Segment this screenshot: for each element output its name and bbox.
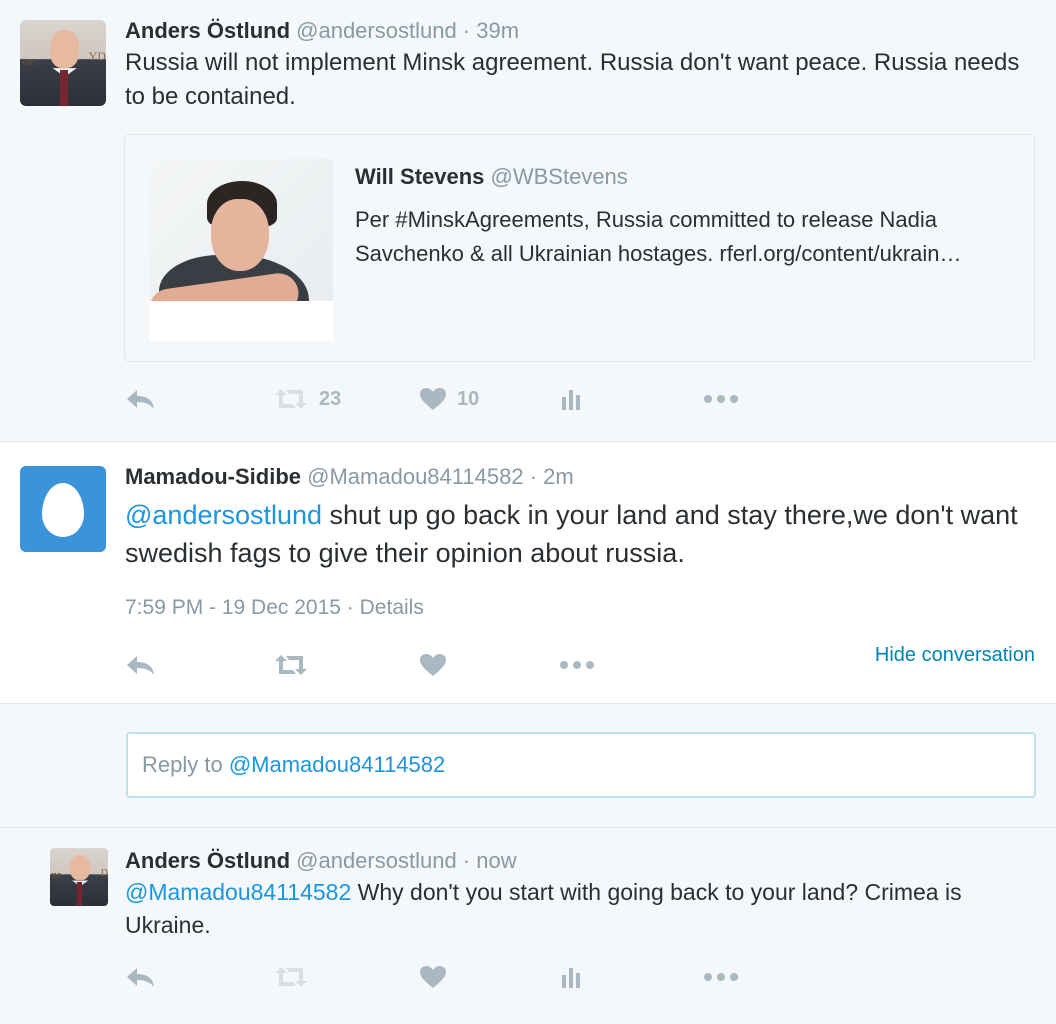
- separator-dot: ·: [523, 464, 544, 489]
- quoted-author-name: Will Stevens: [355, 164, 485, 189]
- more-button[interactable]: [703, 962, 739, 992]
- like-button[interactable]: [419, 962, 447, 992]
- reply-prefix: Reply to: [142, 752, 229, 777]
- tweet-time[interactable]: now: [476, 848, 516, 873]
- tweet-header: Anders Östlund @andersostlund · 39m: [125, 17, 519, 45]
- tweet-time[interactable]: 39m: [476, 18, 519, 43]
- avatar-logo-text: ue: [51, 870, 62, 882]
- analytics-icon: [562, 968, 580, 988]
- heart-icon: [420, 388, 446, 410]
- reply-mention: @Mamadou84114582: [228, 752, 446, 777]
- tweet-header: Mamadou-Sidibe @Mamadou84114582 · 2m: [125, 463, 574, 491]
- like-button[interactable]: [419, 650, 447, 680]
- author-handle[interactable]: @andersostlund: [296, 18, 457, 43]
- reply-button[interactable]: [125, 384, 157, 414]
- avatar-logo-text: ue: [21, 52, 35, 68]
- reply-input[interactable]: Reply to @Mamadou84114582: [126, 732, 1036, 798]
- avatar-egg[interactable]: [20, 466, 106, 552]
- reply-icon: [127, 968, 154, 987]
- tweet-actions: [125, 962, 1035, 992]
- reply-button[interactable]: [125, 962, 157, 992]
- quoted-tweet-text: Per #MinskAgreements, Russia committed t…: [355, 207, 962, 266]
- more-icon: [704, 973, 738, 981]
- retweet-icon: [275, 967, 307, 987]
- retweet-button[interactable]: [273, 962, 309, 992]
- mention-link[interactable]: @andersostlund: [125, 500, 322, 530]
- tweet-text: @andersostlund shut up go back in your l…: [125, 496, 1035, 572]
- separator-dot: ·: [340, 596, 360, 619]
- retweet-count: 23: [319, 387, 342, 410]
- tweet-header: Anders Östlund @andersostlund · now: [125, 847, 517, 875]
- analytics-icon: [562, 390, 580, 410]
- author-handle[interactable]: @andersostlund: [296, 848, 457, 873]
- avatar[interactable]: ue D: [50, 848, 108, 906]
- more-icon: [560, 661, 594, 669]
- tweet-text: Russia will not implement Minsk agreemen…: [125, 49, 1020, 110]
- more-button[interactable]: [559, 650, 595, 680]
- tweet-anders-1[interactable]: ue YD Anders Östlund @andersostlund · 39…: [0, 0, 1056, 442]
- tweet-anders-reply[interactable]: ue D Anders Östlund @andersostlund · now…: [0, 828, 1056, 1024]
- more-icon: [704, 395, 738, 403]
- separator-dot: ·: [456, 848, 477, 873]
- details-link[interactable]: Details: [360, 596, 424, 619]
- hide-conversation-link[interactable]: Hide conversation: [875, 644, 1035, 667]
- quoted-tweet[interactable]: Will Stevens @WBStevens Per #MinskAgreem…: [124, 134, 1035, 362]
- tweet-timestamp: 7:59 PM - 19 Dec 2015: [125, 596, 341, 619]
- egg-icon: [42, 483, 84, 537]
- author-name[interactable]: Anders Östlund: [125, 848, 290, 873]
- quoted-tweet-header: Will Stevens @WBStevens: [355, 163, 628, 191]
- tweet-actions: Hide conversation: [125, 644, 1035, 680]
- retweet-button[interactable]: 23: [273, 384, 341, 414]
- reply-icon: [127, 390, 154, 409]
- reply-composer-area: Reply to @Mamadou84114582: [0, 704, 1056, 828]
- tweet-timestamp-row: 7:59 PM - 19 Dec 2015 · Details: [125, 596, 424, 620]
- tweet-text: @Mamadou84114582 Why don't you start wit…: [125, 876, 1035, 942]
- avatar-logo-text-2: YD: [88, 49, 106, 64]
- avatar[interactable]: ue YD: [20, 20, 106, 106]
- analytics-button[interactable]: [559, 962, 583, 992]
- reply-icon: [127, 656, 154, 675]
- retweet-button[interactable]: [273, 650, 309, 680]
- heart-icon: [420, 654, 446, 676]
- retweet-icon: [275, 389, 307, 409]
- tweet-actions: 23 10: [125, 384, 1035, 414]
- author-handle[interactable]: @Mamadou84114582: [307, 464, 523, 489]
- like-button[interactable]: 10: [419, 384, 479, 414]
- heart-icon: [420, 966, 446, 988]
- tweet-mamadou[interactable]: Mamadou-Sidibe @Mamadou84114582 · 2m @an…: [0, 442, 1056, 704]
- author-name[interactable]: Anders Östlund: [125, 18, 290, 43]
- analytics-button[interactable]: [559, 384, 583, 414]
- mention-link[interactable]: @Mamadou84114582: [125, 879, 351, 905]
- more-button[interactable]: [703, 384, 739, 414]
- separator-dot: ·: [456, 18, 477, 43]
- reply-button[interactable]: [125, 650, 157, 680]
- like-count: 10: [457, 387, 480, 410]
- avatar-logo-text-2: D: [100, 867, 108, 879]
- retweet-icon: [275, 655, 307, 675]
- tweet-time[interactable]: 2m: [543, 464, 574, 489]
- quoted-author-handle: @WBStevens: [490, 164, 628, 189]
- quoted-tweet-image[interactable]: [149, 159, 333, 341]
- author-name[interactable]: Mamadou-Sidibe: [125, 464, 301, 489]
